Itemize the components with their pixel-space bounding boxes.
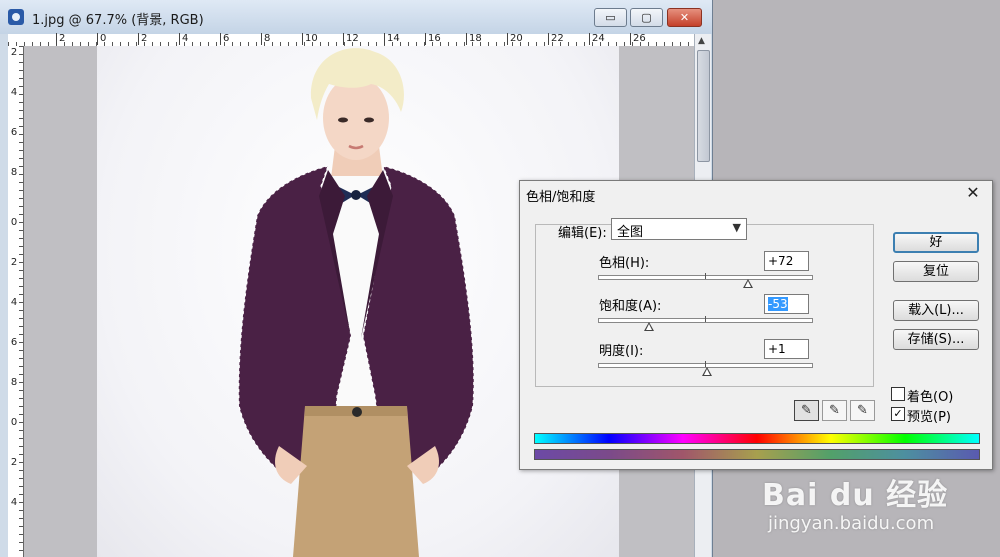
ruler-tick: 6 bbox=[220, 33, 229, 45]
eyedropper-minus-icon[interactable]: ✎ bbox=[850, 400, 875, 421]
ruler-tick: 12 bbox=[343, 33, 359, 45]
ok-button[interactable]: 好 bbox=[893, 232, 979, 253]
baidu-jingyan-logo: Bai du 经验 bbox=[762, 478, 949, 513]
ruler-tick: 4 bbox=[10, 297, 18, 308]
saturation-input[interactable]: -53 bbox=[764, 294, 809, 314]
ruler-tick: 8 bbox=[261, 33, 270, 45]
lightness-slider-track[interactable] bbox=[598, 361, 813, 376]
save-button[interactable]: 存储(S)... bbox=[893, 329, 979, 350]
ruler-tick: 2 bbox=[10, 47, 18, 58]
ruler-tick: 4 bbox=[10, 497, 18, 508]
hue-input[interactable]: +72 bbox=[764, 251, 809, 271]
lightness-label: 明度(I): bbox=[599, 344, 644, 359]
slider-center-mark bbox=[705, 273, 706, 279]
ruler-tick: 2 bbox=[10, 257, 18, 268]
saturation-slider-thumb[interactable] bbox=[644, 322, 655, 331]
ruler-tick: 20 bbox=[507, 33, 523, 45]
watermark-url: jingyan.baidu.com bbox=[768, 513, 935, 534]
ruler-tick: 8 bbox=[10, 167, 18, 178]
ruler-tick: 0 bbox=[10, 217, 18, 228]
ruler-tick: 14 bbox=[384, 33, 400, 45]
ruler-tick: 8 bbox=[10, 377, 18, 388]
ruler-tick: 6 bbox=[10, 337, 18, 348]
vertical-ruler[interactable]: 2 4 6 8 0 2 4 6 8 0 2 4 bbox=[8, 46, 24, 557]
ruler-tick: 10 bbox=[302, 33, 318, 45]
preview-label: 预览(P) bbox=[907, 410, 951, 425]
hue-saturation-dialog: 色相/饱和度 ✕ 编辑(E): 全图 ▼ 色相(H): +72 饱和度(A): … bbox=[519, 180, 993, 470]
scrollbar-thumb[interactable] bbox=[697, 50, 710, 162]
slider-center-mark bbox=[705, 316, 706, 322]
reset-button[interactable]: 复位 bbox=[893, 261, 979, 282]
maximize-button[interactable]: ▢ bbox=[630, 8, 663, 27]
ruler-tick: 18 bbox=[466, 33, 482, 45]
ruler-tick: 2 bbox=[138, 33, 147, 45]
eyedropper-icon[interactable]: ✎ bbox=[794, 400, 819, 421]
load-button[interactable]: 载入(L)... bbox=[893, 300, 979, 321]
saturation-label: 饱和度(A): bbox=[599, 299, 662, 314]
chevron-down-icon: ▼ bbox=[732, 221, 741, 234]
ruler-tick: 2 bbox=[10, 457, 18, 468]
ruler-tick: 24 bbox=[589, 33, 605, 45]
ruler-tick: 0 bbox=[97, 33, 106, 45]
saturation-slider-track[interactable] bbox=[598, 316, 813, 331]
saturation-value: -53 bbox=[768, 297, 788, 311]
ruler-tick: 0 bbox=[10, 417, 18, 428]
preview-checkbox[interactable]: ✓ bbox=[891, 407, 905, 421]
ruler-tick: 6 bbox=[10, 127, 18, 138]
eyedropper-plus-icon[interactable]: ✎ bbox=[822, 400, 847, 421]
document-title: 1.jpg @ 67.7% (背景, RGB) bbox=[32, 13, 204, 28]
lightness-slider-thumb[interactable] bbox=[701, 367, 712, 376]
ruler-tick: 22 bbox=[548, 33, 564, 45]
hue-slider-track[interactable] bbox=[598, 273, 813, 288]
ruler-tick: 26 bbox=[630, 33, 646, 45]
edit-label: 编辑(E): bbox=[558, 226, 607, 241]
hue-label: 色相(H): bbox=[599, 256, 650, 271]
document-titlebar[interactable]: 1.jpg @ 67.7% (背景, RGB) ▭ ▢ ✕ bbox=[0, 0, 712, 34]
hue-slider-thumb[interactable] bbox=[743, 279, 754, 288]
adjusted-hue-bar bbox=[534, 449, 980, 460]
close-window-button[interactable]: ✕ bbox=[667, 8, 702, 27]
lightness-input[interactable]: +1 bbox=[764, 339, 809, 359]
colorize-label: 着色(O) bbox=[907, 390, 954, 405]
edit-select[interactable]: 全图 ▼ bbox=[611, 218, 747, 240]
photoshop-app-icon bbox=[8, 9, 24, 25]
edit-select-value: 全图 bbox=[617, 225, 644, 240]
scroll-up-icon[interactable]: ▲ bbox=[698, 36, 705, 46]
dialog-close-button[interactable]: ✕ bbox=[964, 184, 982, 202]
dialog-title: 色相/饱和度 bbox=[526, 190, 596, 205]
source-hue-bar bbox=[534, 433, 980, 444]
minimize-button[interactable]: ▭ bbox=[594, 8, 627, 27]
ruler-tick: 4 bbox=[179, 33, 188, 45]
ruler-tick: 4 bbox=[10, 87, 18, 98]
ruler-tick: 2 bbox=[56, 33, 65, 45]
ruler-tick: 16 bbox=[425, 33, 441, 45]
colorize-checkbox[interactable] bbox=[891, 387, 905, 401]
